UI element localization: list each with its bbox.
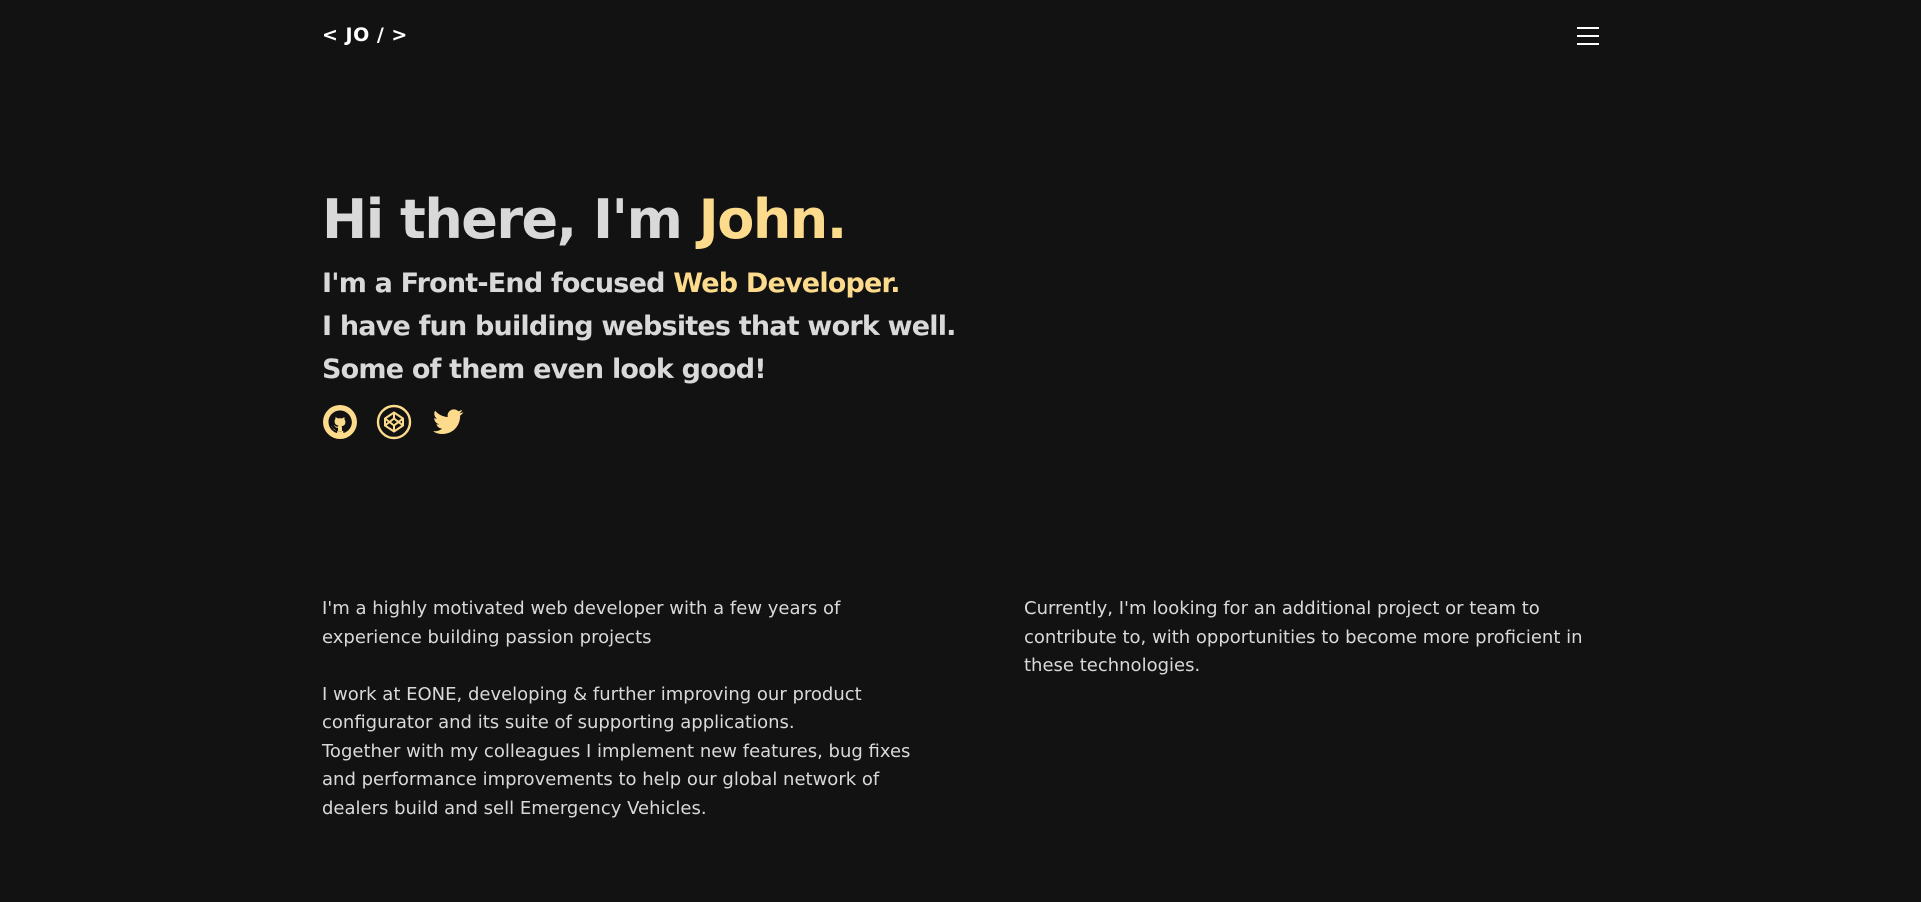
hero-greeting: Hi there, I'm	[322, 188, 699, 251]
hero-name: John.	[698, 188, 848, 251]
about-paragraph: Together with my colleagues I implement …	[322, 740, 911, 819]
about-paragraph: I work at EONE, developing & further imp…	[322, 683, 862, 734]
hero-line-2: I have fun building websites that work w…	[322, 311, 956, 342]
hero-line-1-prefix: I'm a Front-End focused	[322, 268, 674, 299]
page-container: < JO / > Hi there, I'm John. I'm a Front…	[322, 0, 1600, 902]
hero-title: Hi there, I'm John.	[322, 180, 848, 260]
about-paragraph: I'm a highly motivated web developer wit…	[322, 598, 841, 648]
social-links	[322, 404, 466, 440]
site-logo[interactable]: < JO / >	[322, 24, 408, 46]
menu-bar	[1577, 27, 1599, 29]
hero-subtitle: I'm a Front-End focused Web Developer. I…	[322, 262, 956, 391]
hamburger-menu-icon[interactable]	[1576, 25, 1600, 47]
twitter-icon[interactable]	[430, 404, 466, 440]
about-paragraph: Currently, I'm looking for an additional…	[1024, 598, 1583, 676]
about-right-column: Currently, I'm looking for an additional…	[1024, 595, 1600, 681]
hero-line-3: Some of them even look good!	[322, 354, 767, 385]
about-left-column: I'm a highly motivated web developer wit…	[322, 595, 922, 823]
hero-role: Web Developer.	[673, 268, 900, 299]
hero-line-1: I'm a Front-End focused Web Developer.	[322, 262, 956, 305]
github-icon[interactable]	[322, 404, 358, 440]
menu-bar	[1577, 35, 1599, 37]
codepen-icon[interactable]	[376, 404, 412, 440]
menu-bar	[1577, 43, 1599, 45]
